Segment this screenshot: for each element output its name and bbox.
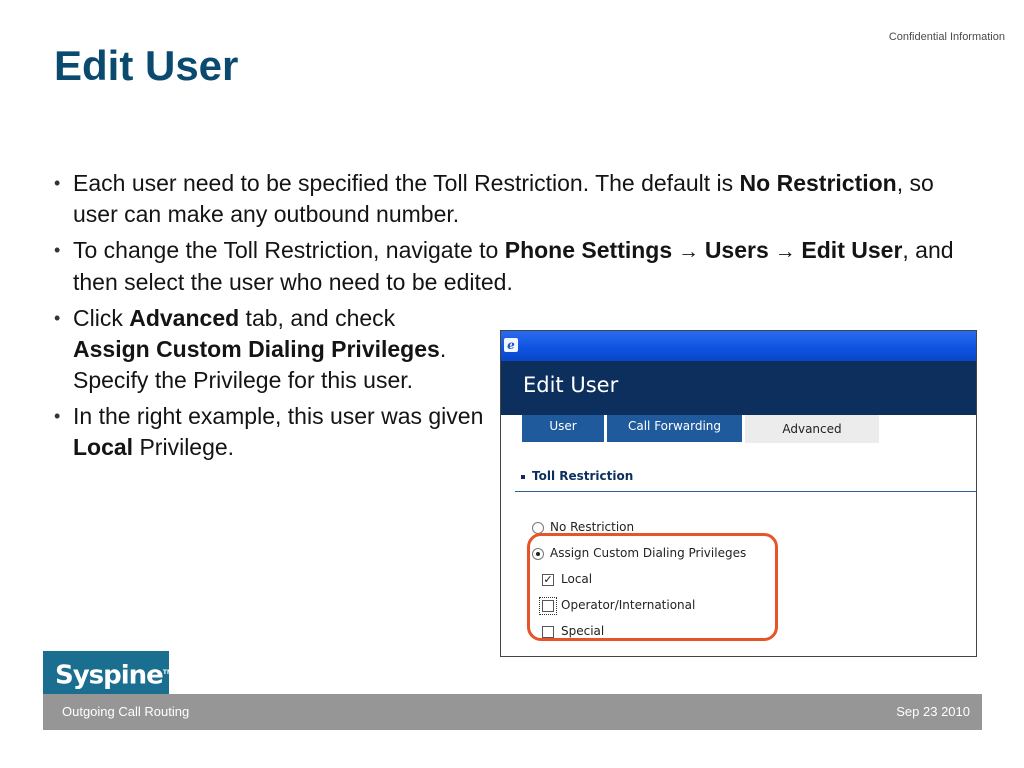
ie-icon: e xyxy=(504,338,518,352)
arrow-icon: → xyxy=(768,240,802,263)
bullet-item: To change the Toll Restriction, navigate… xyxy=(54,235,974,298)
bullet-text: In the right example, this user was give… xyxy=(73,403,484,429)
bullet-bold: No Restriction xyxy=(739,170,897,196)
bullet-text: Each user need to be specified the Toll … xyxy=(73,170,740,196)
section-divider xyxy=(515,491,976,492)
bullet-bold: Local xyxy=(73,434,134,460)
radio-no-restriction[interactable]: No Restriction xyxy=(532,520,634,534)
bullet-text: Click xyxy=(73,305,130,331)
edit-user-screenshot: e Edit User User Call Forwarding Advance… xyxy=(500,330,977,657)
highlight-outline xyxy=(527,533,778,641)
section-title: Toll Restriction xyxy=(521,469,633,483)
bullet-bold: Users xyxy=(704,237,769,263)
browser-titlebar: e xyxy=(501,331,976,361)
footer-date: Sep 23 2010 xyxy=(896,704,970,719)
footer-bar: Outgoing Call Routing Sep 23 2010 xyxy=(43,694,982,730)
radio-button[interactable] xyxy=(532,521,544,534)
bullet-item: Each user need to be specified the Toll … xyxy=(54,168,974,230)
bullet-square-icon xyxy=(521,474,525,479)
tab-user[interactable]: User xyxy=(522,415,604,442)
screenshot-title: Edit User xyxy=(523,373,619,397)
confidential-label: Confidential Information xyxy=(888,31,1005,43)
trademark-mark: TM xyxy=(162,669,173,676)
logo-text: Syspine xyxy=(55,660,164,691)
page-title: Edit User xyxy=(54,42,239,89)
radio-label: No Restriction xyxy=(550,520,635,534)
bullet-bold: Edit User xyxy=(801,237,903,263)
footer-section-title: Outgoing Call Routing xyxy=(62,704,190,719)
bullet-bold: Phone Settings xyxy=(504,237,673,263)
bullet-bold: Assign Custom Dialing Privileges xyxy=(73,336,440,362)
syspine-logo: SyspineTM xyxy=(43,651,173,694)
section-title-text: Toll Restriction xyxy=(532,469,634,483)
bullet-text: To change the Toll Restriction, navigate… xyxy=(73,237,505,263)
tab-call-forwarding[interactable]: Call Forwarding xyxy=(607,415,742,442)
bullet-text: Privilege. xyxy=(133,434,235,460)
tab-advanced[interactable]: Advanced xyxy=(745,415,879,443)
bullet-item: In the right example, this user was give… xyxy=(54,401,494,463)
screenshot-header: Edit User xyxy=(501,361,976,415)
arrow-icon: → xyxy=(672,240,705,263)
bullet-item: Click Advanced tab, and check Assign Cus… xyxy=(54,303,494,396)
bullet-text: tab, and check xyxy=(239,305,396,331)
bullet-bold: Advanced xyxy=(129,305,240,331)
tab-bar: User Call Forwarding Advanced xyxy=(501,415,976,445)
